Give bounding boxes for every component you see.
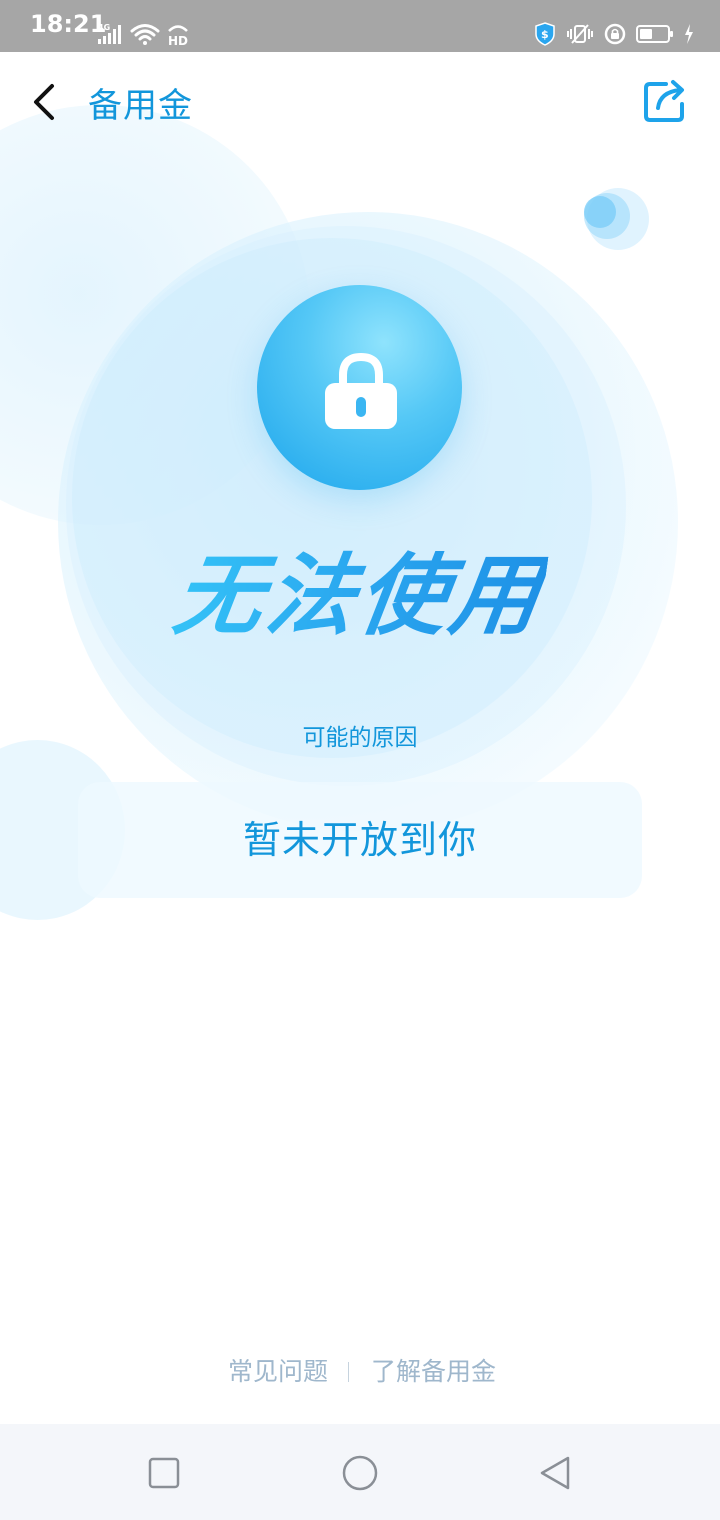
system-nav-bar	[0, 1424, 720, 1520]
recent-apps-icon	[148, 1457, 180, 1489]
header: 备用金	[0, 52, 720, 148]
signal-icon: 4G	[98, 23, 124, 45]
svg-text:HD: HD	[168, 34, 188, 46]
decor-bubble-small-mid	[584, 193, 630, 239]
status-time: 18:21	[30, 10, 107, 38]
chevron-left-icon	[34, 84, 54, 120]
decor-bubble-small	[587, 188, 649, 250]
footer-links: 常见问题 了解备用金	[0, 1352, 720, 1392]
wifi-icon	[130, 23, 160, 45]
home-icon	[342, 1455, 378, 1491]
share-icon	[644, 80, 684, 122]
hd-voice-icon: HD	[166, 22, 190, 46]
page: 18:21 4G HD $ 备用金 无法使用 可能的原因 暂未开放到你 常见问题…	[0, 0, 720, 1520]
vibrate-icon	[566, 23, 594, 45]
home-button[interactable]	[340, 1454, 380, 1494]
reason-label: 可能的原因	[302, 725, 418, 751]
faq-link[interactable]: 常见问题	[228, 1352, 328, 1388]
footer-divider	[348, 1362, 349, 1382]
alarm-lock-icon	[604, 23, 626, 45]
recent-apps-button[interactable]	[144, 1454, 184, 1494]
lock-orb	[257, 285, 462, 490]
nav-back-button[interactable]	[536, 1454, 576, 1494]
decor-bubble-small-core	[584, 196, 616, 228]
battery-icon	[636, 24, 674, 44]
share-button[interactable]	[640, 76, 690, 126]
status-headline-text: 无法使用	[167, 544, 551, 647]
svg-text:4G: 4G	[98, 23, 110, 32]
back-button[interactable]	[26, 80, 66, 124]
status-bar: 18:21 4G HD $	[0, 0, 720, 52]
back-triangle-icon	[540, 1456, 570, 1490]
status-headline: 无法使用	[0, 525, 720, 652]
page-title: 备用金	[88, 86, 193, 126]
decor-bubble-left	[0, 105, 310, 525]
reason-card: 暂未开放到你	[78, 782, 642, 898]
security-shield-icon: $	[534, 22, 556, 46]
about-link[interactable]: 了解备用金	[371, 1352, 496, 1388]
status-left-icons: 4G HD	[98, 22, 190, 46]
lock-icon	[325, 352, 397, 429]
status-right-icons: $	[534, 22, 694, 46]
charging-icon	[684, 24, 694, 44]
reason-text: 暂未开放到你	[242, 818, 477, 862]
svg-text:$: $	[541, 28, 549, 41]
